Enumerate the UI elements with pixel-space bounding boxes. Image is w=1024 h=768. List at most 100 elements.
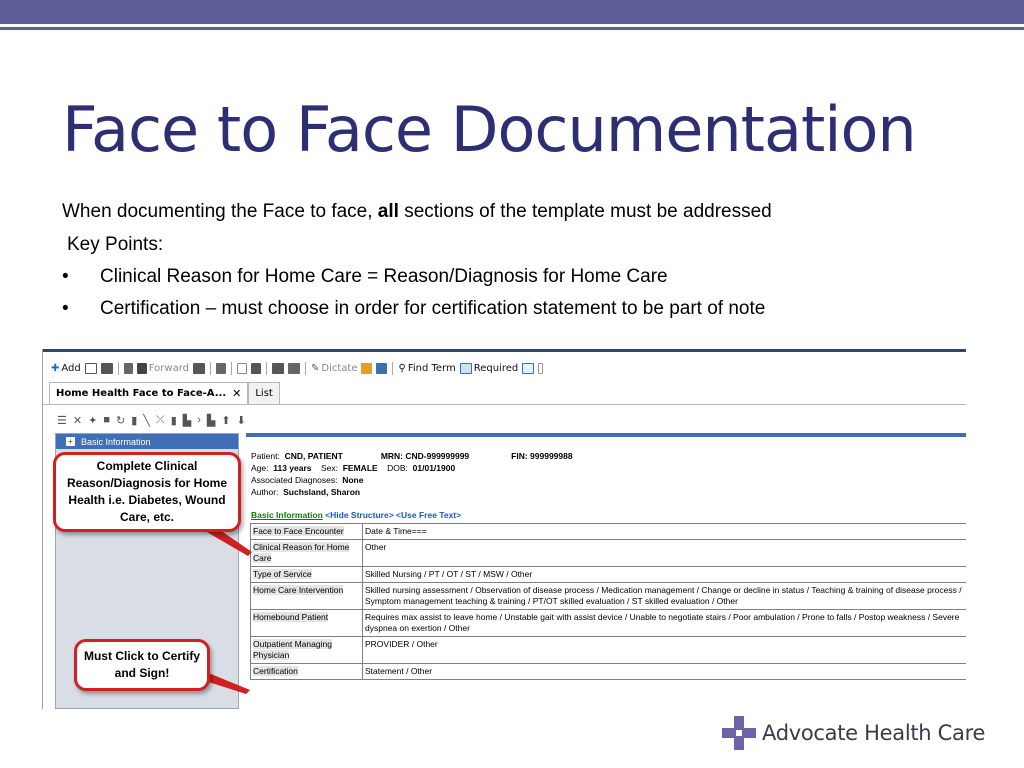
- binoculars-icon: ⚲: [398, 362, 406, 374]
- author-value: Suchsland, Sharon: [283, 487, 361, 497]
- age-label: Age:: [251, 463, 269, 473]
- dob-value: 01/01/1900: [412, 463, 456, 473]
- forward-label: Forward: [148, 362, 189, 374]
- row-label: Certification: [250, 663, 363, 680]
- row-options[interactable]: Skilled Nursing / PT / OT / ST / MSW / O…: [362, 566, 966, 583]
- row-options[interactable]: PROVIDER / Other: [362, 636, 966, 664]
- arrow-up-icon[interactable]: ⬆: [221, 414, 230, 427]
- editor-toolbar: ☰ ✕ ✦ ■ ↻ ▮ ╲ ⤫ ▮ ▙ › ▙ ⬆ ⬇: [57, 412, 246, 428]
- toolbar-separator: [209, 361, 211, 375]
- basic-information-link[interactable]: Basic Information: [251, 510, 323, 520]
- row-options[interactable]: Skilled nursing assessment / Observation…: [362, 582, 966, 610]
- required-button[interactable]: Required: [459, 362, 519, 374]
- author-label: Author:: [251, 487, 279, 497]
- folder-icon[interactable]: ■: [103, 414, 110, 426]
- clear-icon[interactable]: ⤫: [156, 414, 165, 427]
- row-options[interactable]: Date & Time===: [362, 523, 966, 540]
- toolbar-separator: [117, 361, 119, 375]
- patient-name: CND, PATIENT: [284, 451, 343, 461]
- dictate-label: Dictate: [321, 362, 358, 374]
- tab-list[interactable]: List: [248, 382, 280, 404]
- row-label: Home Care Intervention: [250, 582, 363, 610]
- tab-label: List: [255, 388, 273, 399]
- table-row: Clinical Reason for Home Care Other: [250, 539, 966, 567]
- row-options[interactable]: Other: [362, 539, 966, 567]
- stamp-icon[interactable]: [215, 362, 226, 374]
- slide-title: Face to Face Documentation: [62, 93, 917, 166]
- expand-icon[interactable]: +: [66, 437, 75, 446]
- forward-icon: [136, 362, 147, 374]
- line-icon[interactable]: ╲: [143, 414, 150, 427]
- row-options[interactable]: Statement / Other: [362, 663, 966, 680]
- tab-strip: Home Health Face to Face-A... ✕ List: [49, 382, 280, 404]
- patient-banner: Patient: CND, PATIENT MRN: CND-999999999 F…: [251, 450, 573, 498]
- spellcheck-icon[interactable]: [361, 362, 373, 374]
- row-label: Type of Service: [250, 566, 363, 583]
- add-button[interactable]: ✚ Add: [51, 363, 81, 374]
- use-free-text-link[interactable]: <Use Free Text>: [396, 510, 461, 520]
- structure-item-label: Basic Information: [81, 436, 151, 447]
- user-icon[interactable]: [192, 362, 205, 374]
- insert-icon[interactable]: ▙: [183, 414, 191, 427]
- hand-icon[interactable]: [250, 362, 261, 374]
- sex-label: Sex:: [320, 463, 338, 473]
- arrow-right-icon[interactable]: ›: [197, 414, 201, 426]
- fullscreen-icon[interactable]: [84, 362, 97, 374]
- row-label-text: Face to Face Encounter: [253, 526, 344, 536]
- sign-icon[interactable]: [236, 362, 247, 374]
- intro-line: When documenting the Face to face, all s…: [62, 200, 772, 224]
- toolbar-separator: [230, 361, 232, 375]
- callout-clinical-reason: Complete Clinical Reason/Diagnosis for H…: [53, 452, 241, 532]
- toolbar-separator: [265, 361, 267, 375]
- hide-structure-link[interactable]: <Hide Structure>: [325, 510, 394, 520]
- row-label: Face to Face Encounter: [250, 523, 363, 540]
- row-label-text: Type of Service: [253, 569, 312, 579]
- main-toolbar: ✚ Add Forward ✎ Dictate ⚲ Find Term Require…: [51, 358, 544, 378]
- intro-pre: When documenting the Face to face,: [62, 201, 378, 222]
- page-icon[interactable]: ▮: [131, 414, 137, 427]
- row-label-text: Certification: [253, 666, 298, 676]
- top-line: [0, 27, 1024, 30]
- row-label: Homebound Patient: [250, 609, 363, 637]
- table-row: Outpatient Managing Physician PROVIDER /…: [250, 636, 966, 664]
- required-label: Required: [473, 362, 519, 374]
- flag-icon[interactable]: [522, 362, 535, 374]
- clipboard-icon[interactable]: [538, 362, 544, 374]
- refresh-icon[interactable]: ↻: [116, 414, 125, 427]
- dob-label: DOB:: [387, 463, 408, 473]
- top-band: [0, 0, 1024, 24]
- edit-icon[interactable]: [123, 362, 133, 374]
- move-icon[interactable]: ▙: [207, 414, 215, 427]
- close-icon[interactable]: ✕: [232, 387, 241, 400]
- required-icon: [459, 362, 472, 374]
- tab-home-health-face-to-face[interactable]: Home Health Face to Face-A... ✕: [49, 382, 249, 404]
- add-label: Add: [61, 362, 81, 374]
- outline-icon[interactable]: ☰: [57, 414, 67, 427]
- patient-label: Patient:: [251, 451, 280, 461]
- intro-bold: all: [377, 201, 399, 222]
- paste-icon[interactable]: [287, 362, 300, 374]
- image-icon[interactable]: [376, 362, 388, 374]
- forward-button[interactable]: Forward: [136, 362, 189, 374]
- find-term-button[interactable]: ⚲ Find Term: [398, 363, 455, 374]
- patient-mrn: MRN: CND-999999999: [380, 451, 470, 461]
- logo-text: Advocate Health Care: [762, 721, 986, 745]
- row-label: Outpatient Managing Physician: [250, 636, 363, 664]
- document-icon[interactable]: [100, 362, 113, 374]
- row-label-text: Homebound Patient: [253, 612, 329, 622]
- arrow-down-icon[interactable]: ⬇: [237, 414, 246, 427]
- key-points-label: Key Points:: [67, 234, 164, 255]
- copy-icon[interactable]: [271, 362, 284, 374]
- structure-item-basic-information[interactable]: + Basic Information: [56, 434, 238, 449]
- diagnoses-label: Associated Diagnoses:: [251, 475, 338, 485]
- sex-value: FEMALE: [342, 463, 378, 473]
- toolbar-separator: [304, 361, 306, 375]
- row-label: Clinical Reason for Home Care: [250, 539, 363, 567]
- pin-icon[interactable]: ✦: [88, 414, 97, 427]
- delete-icon[interactable]: ✕: [73, 414, 82, 427]
- row-label-text: Clinical Reason for Home Care: [253, 542, 350, 563]
- dictate-button[interactable]: ✎ Dictate: [311, 363, 358, 374]
- row-options[interactable]: Requires max assist to leave home / Unst…: [362, 609, 966, 637]
- save-icon[interactable]: ▮: [171, 414, 177, 427]
- pen-icon: ✎: [310, 362, 320, 374]
